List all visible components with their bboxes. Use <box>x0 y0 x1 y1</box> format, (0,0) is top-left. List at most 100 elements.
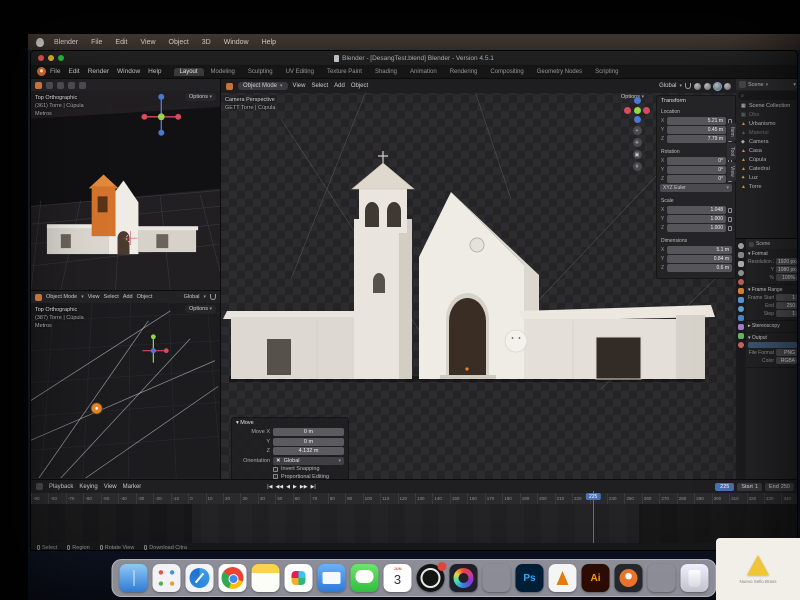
menubar-item[interactable]: 3D <box>202 39 211 46</box>
dock-photoshop-icon[interactable]: Ps <box>516 564 544 592</box>
operator-value-field[interactable]: 0 m <box>273 428 344 436</box>
topbar-menu-item[interactable]: File <box>50 68 60 75</box>
dock-notes-icon[interactable] <box>252 564 280 592</box>
dock-chrome-icon[interactable] <box>219 564 247 592</box>
dock-messages-icon[interactable] <box>351 564 379 592</box>
timeline-menu-item[interactable]: View <box>104 484 117 490</box>
orientation-dropdown[interactable]: Global <box>184 294 200 300</box>
jump-to-start-icon[interactable]: |◀ <box>267 484 272 490</box>
end-frame-field[interactable]: End250 <box>765 483 794 491</box>
dock-separator[interactable] <box>483 564 511 592</box>
viewport-menu-item[interactable]: Object <box>351 83 368 89</box>
outliner-display-mode[interactable]: Scene <box>748 82 764 88</box>
timeline-editor-icon[interactable] <box>36 483 43 490</box>
rotation-mode-dropdown[interactable]: XYZ Euler▾ <box>660 184 732 192</box>
menubar-item[interactable]: Help <box>262 39 276 46</box>
viewport-menu-item[interactable]: Object <box>137 294 153 300</box>
topbar-menu-item[interactable]: Edit <box>68 68 79 75</box>
rotation-value-field[interactable]: 0° <box>667 175 726 183</box>
property-value-field[interactable]: 1 <box>776 294 797 301</box>
start-frame-field[interactable]: Start1 <box>737 483 762 491</box>
property-value-field[interactable]: 1 <box>776 310 797 317</box>
properties-tab-icon[interactable] <box>738 243 744 249</box>
outliner-item[interactable]: Casa <box>736 146 798 155</box>
property-value-field[interactable]: 1080 px <box>776 266 797 273</box>
workspace-tab[interactable]: Compositing <box>484 68 529 76</box>
location-value-field[interactable]: 0.45 m <box>667 126 726 134</box>
mode-dropdown[interactable]: Object Mode▾ <box>238 82 288 90</box>
menubar-item[interactable]: Window <box>224 39 249 46</box>
property-value-field[interactable]: 250 <box>776 302 797 309</box>
rendered-shading-icon[interactable] <box>724 83 731 90</box>
operator-checkbox[interactable]: Invert Snapping <box>273 466 344 472</box>
mode-icon[interactable] <box>46 82 53 89</box>
outliner-item[interactable]: Scene Collection <box>736 101 798 110</box>
topbar-menu-item[interactable]: Render <box>88 68 109 75</box>
topbar-menu-item[interactable]: Window <box>117 68 140 75</box>
lock-icon[interactable] <box>728 226 732 231</box>
workspace-tab[interactable]: Animation <box>404 68 443 76</box>
orientation-dropdown[interactable]: ✕Global▾ <box>273 457 344 465</box>
jump-to-end-icon[interactable]: ▶| <box>311 484 316 490</box>
viewport-menu-item[interactable]: View <box>88 294 100 300</box>
axis-orientation-gizmo[interactable] <box>624 97 650 123</box>
workspace-tab[interactable]: Texture Paint <box>321 68 368 76</box>
zoom-window-button[interactable] <box>58 55 64 61</box>
timeline-menu-item[interactable]: Playback <box>49 484 73 490</box>
snap-magnet-icon[interactable] <box>685 83 691 89</box>
location-value-field[interactable]: 7.79 m <box>667 135 726 143</box>
workspace-tab[interactable]: Shading <box>369 68 403 76</box>
viewport-menu-item[interactable]: Select <box>104 294 119 300</box>
dock-record-app-icon[interactable] <box>417 564 445 592</box>
dock-vlc-icon[interactable] <box>549 564 577 592</box>
timeline-menu-item[interactable]: Marker <box>123 484 142 490</box>
snap-icon[interactable] <box>57 82 64 89</box>
property-value-field[interactable]: RGBA <box>776 357 797 364</box>
zoom-icon[interactable]: + <box>633 126 642 135</box>
panel-title[interactable]: ▾ Output <box>748 335 797 341</box>
minimize-window-button[interactable] <box>48 55 54 61</box>
dimensions-value-field[interactable]: 5.1 m <box>667 246 732 254</box>
dimensions-value-field[interactable]: 0.6 m <box>667 264 732 272</box>
checkbox-icon[interactable] <box>273 467 278 472</box>
outliner-item[interactable]: Torre <box>736 182 798 191</box>
properties-tab-icon[interactable] <box>738 297 744 303</box>
dock-trash-icon[interactable] <box>681 564 709 592</box>
scale-value-field[interactable]: 1.000 <box>667 215 726 223</box>
next-keyframe-icon[interactable]: ▶▶ <box>300 484 308 490</box>
lock-icon[interactable] <box>728 208 732 213</box>
property-value-field[interactable]: 1920 px <box>776 258 797 265</box>
dock-slack-icon[interactable] <box>285 564 313 592</box>
properties-tab-icon[interactable] <box>738 261 744 267</box>
overlay-icon[interactable] <box>68 82 75 89</box>
viewport-menu-item[interactable]: View <box>293 83 306 89</box>
close-window-button[interactable] <box>38 55 44 61</box>
workspace-tab[interactable]: Geometry Nodes <box>531 68 588 76</box>
outliner-item[interactable]: Luz <box>736 173 798 182</box>
prev-keyframe-icon[interactable]: ◀◀ <box>275 484 283 490</box>
material-preview-icon[interactable] <box>714 83 721 90</box>
menubar-item[interactable]: Edit <box>115 39 127 46</box>
play-reverse-icon[interactable]: ◀ <box>286 484 290 490</box>
mode-dropdown[interactable]: Object Mode <box>46 294 77 300</box>
sidebar-tab[interactable]: View <box>727 162 736 181</box>
viewport-menu-item[interactable]: Add <box>334 83 345 89</box>
property-value-field[interactable]: 100% <box>776 274 797 281</box>
wireframe-shading-icon[interactable] <box>694 83 701 90</box>
viewport-menu-item[interactable]: Select <box>311 83 328 89</box>
options-dropdown[interactable]: Options ▾ <box>185 93 216 101</box>
current-frame-field[interactable]: 225 <box>715 483 734 491</box>
viewport-bottom-wireframe[interactable]: Object Mode ▾ ViewSelectAddObject Global… <box>31 291 220 479</box>
panel-title[interactable]: ▾ Format <box>748 251 797 257</box>
dock-mail-icon[interactable] <box>318 564 346 592</box>
outliner-editor-icon[interactable] <box>739 81 746 88</box>
operator-title[interactable]: ▾ Move <box>236 420 344 426</box>
timeline-ruler[interactable]: -90-80-70-60-50-40-30-20-100102030405060… <box>31 493 798 504</box>
properties-tab-icon[interactable] <box>738 333 744 339</box>
properties-tab-icon[interactable] <box>738 324 744 330</box>
operator-value-field[interactable]: 4.132 m <box>273 447 344 455</box>
properties-tab-icon[interactable] <box>738 288 744 294</box>
dock-launchpad-icon[interactable] <box>153 564 181 592</box>
options-dropdown[interactable]: Options ▾ <box>185 305 216 313</box>
sidebar-tab[interactable]: Item <box>727 123 736 141</box>
